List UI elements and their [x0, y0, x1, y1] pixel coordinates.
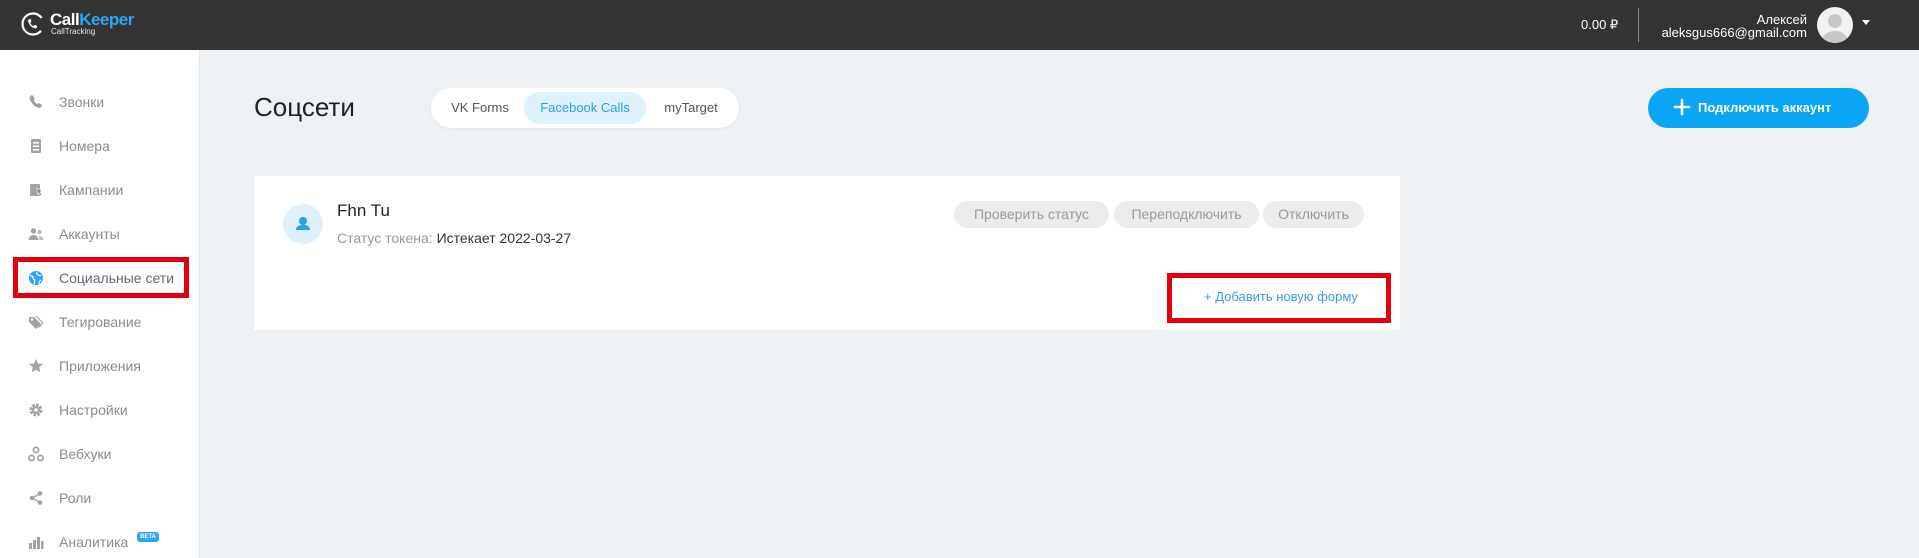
tab-group: VK Forms Facebook Calls myTarget — [431, 88, 739, 128]
sidebar-item-label: Кампании — [59, 182, 124, 198]
sidebar-item-label: Аналитика — [59, 534, 129, 550]
logo-icon — [21, 12, 45, 36]
campaigns-icon — [30, 184, 43, 197]
analytics-icon — [29, 537, 44, 549]
sidebar-item-label: Аккаунты — [59, 226, 120, 242]
apps-icon — [29, 359, 43, 373]
token-status-value: Истекает 2022-03-27 — [436, 230, 572, 246]
gear-icon — [29, 403, 43, 417]
webhooks-icon — [28, 446, 44, 462]
sidebar-item-campaigns[interactable]: Кампании — [0, 175, 200, 205]
numbers-icon — [31, 139, 41, 153]
tags-icon — [29, 315, 44, 329]
tab-facebook-calls[interactable]: Facebook Calls — [524, 92, 646, 124]
sidebar-item-roles[interactable]: Роли — [0, 483, 200, 513]
sidebar-item-tagging[interactable]: Тегирование — [0, 307, 200, 337]
sidebar-item-accounts[interactable]: Аккаунты — [0, 219, 200, 249]
logo-subtitle: CallTracking — [51, 27, 96, 36]
logo[interactable]: CallKeeper CallTracking — [20, 9, 140, 39]
accounts-icon — [28, 228, 44, 240]
account-avatar — [283, 204, 323, 244]
beta-badge: BETA — [137, 532, 159, 542]
logo-text: CallKeeper — [50, 10, 134, 29]
connect-account-button[interactable]: Подключить аккаунт — [1648, 88, 1869, 128]
sidebar-item-label: Звонки — [59, 94, 105, 110]
reconnect-button[interactable]: Переподключить — [1114, 201, 1259, 228]
share-icon — [29, 491, 43, 505]
token-status: Статус токена: Истекает 2022-03-27 — [337, 230, 571, 246]
avatar[interactable] — [1817, 7, 1853, 43]
plus-icon — [1673, 98, 1691, 116]
chevron-down-icon[interactable] — [1862, 20, 1870, 25]
user-email: aleksgus666@gmail.com — [1661, 25, 1807, 40]
account-card: Fhn Tu Статус токена: Истекает 2022-03-2… — [254, 176, 1400, 330]
user-avatar-icon — [1821, 14, 1849, 43]
disconnect-button[interactable]: Отключить — [1263, 201, 1364, 228]
phone-icon — [29, 95, 43, 108]
user-icon — [296, 217, 310, 230]
sidebar-item-webhooks[interactable]: Вебхуки — [0, 439, 200, 469]
sidebar-item-calls[interactable]: Звонки — [0, 87, 200, 117]
sidebar-item-analytics[interactable]: Аналитика — [0, 527, 200, 557]
sidebar-item-label: Номера — [59, 138, 110, 154]
sidebar-item-label: Настройки — [59, 402, 128, 418]
token-status-label: Статус токена: — [337, 230, 433, 246]
sidebar-item-label: Приложения — [59, 358, 141, 374]
sidebar-item-label: Тегирование — [59, 314, 142, 330]
page-title: Соцсети — [254, 92, 355, 122]
account-name: Fhn Tu — [337, 201, 390, 220]
top-bar: CallKeeper CallTracking 0.00 ₽ Алексей a… — [0, 0, 1919, 50]
sidebar-item-numbers[interactable]: Номера — [0, 131, 200, 161]
balance: 0.00 ₽ — [1581, 17, 1619, 32]
tab-mytarget[interactable]: myTarget — [647, 92, 735, 124]
divider — [1638, 8, 1639, 42]
highlight-frame-sidebar — [13, 257, 189, 298]
check-status-button[interactable]: Проверить статус — [954, 201, 1109, 228]
tab-vk-forms[interactable]: VK Forms — [435, 92, 525, 124]
highlight-frame-add-form — [1167, 273, 1391, 323]
sidebar: Звонки Номера Кампании Аккаунты Социальн… — [0, 50, 200, 558]
sidebar-item-apps[interactable]: Приложения — [0, 351, 200, 381]
sidebar-item-label: Вебхуки — [59, 446, 112, 462]
user-info[interactable]: Алексей aleksgus666@gmail.com — [1662, 13, 1807, 39]
sidebar-item-label: Роли — [59, 490, 92, 506]
sidebar-item-settings[interactable]: Настройки — [0, 395, 200, 425]
connect-account-label: Подключить аккаунт — [1698, 100, 1832, 115]
